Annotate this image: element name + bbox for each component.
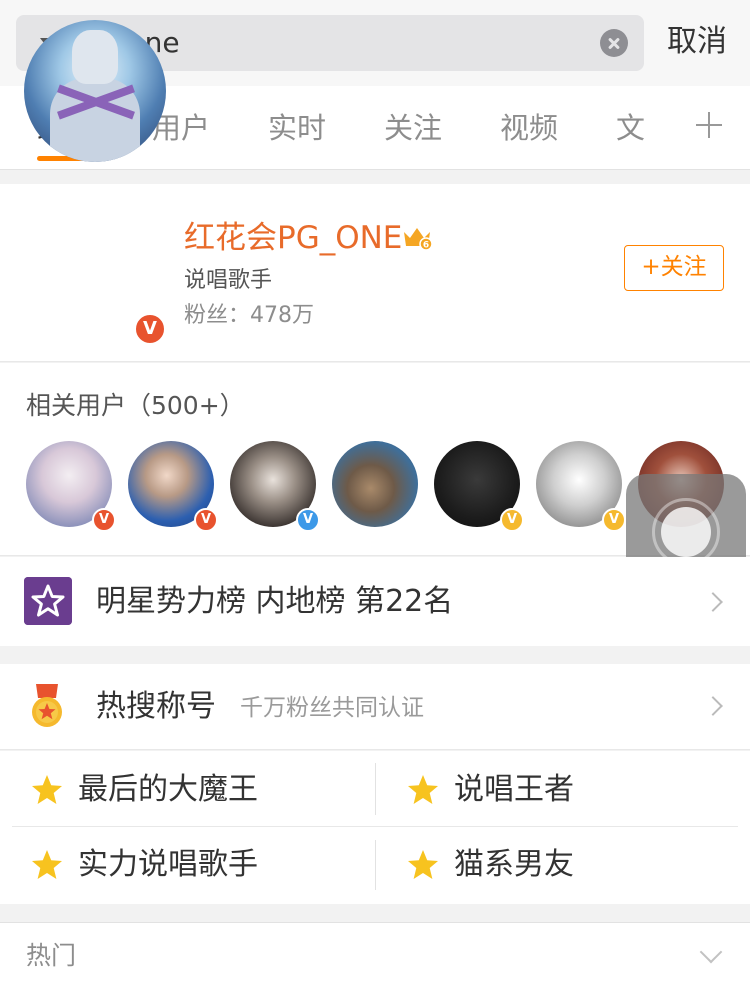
fans-count: 粉丝：478万 <box>184 303 314 328</box>
hot-title-item[interactable]: 猫系男友 <box>454 844 574 886</box>
tab-video[interactable]: 视频 <box>500 108 558 148</box>
user-name[interactable]: 红花会PG_ONE <box>184 216 402 260</box>
related-users-title[interactable]: 相关用户（500+） <box>26 388 245 424</box>
hot-title-item[interactable]: 说唱王者 <box>454 769 574 811</box>
star-icon <box>408 850 438 879</box>
popular-label: 热门 <box>26 941 77 970</box>
verified-badge-icon: V <box>296 508 320 532</box>
clear-search-icon[interactable] <box>600 29 628 57</box>
svg-text:6: 6 <box>423 241 429 251</box>
star-ranking-icon <box>24 577 72 625</box>
verified-badge-icon: V <box>602 508 626 532</box>
hot-titles-title: 热搜称号 <box>96 689 216 724</box>
hot-titles-subtitle: 千万粉丝共同认证 <box>240 695 424 721</box>
hot-title-item[interactable]: 最后的大魔王 <box>78 769 258 811</box>
verified-badge-icon: V <box>500 508 524 532</box>
avatar[interactable] <box>24 20 166 162</box>
divider <box>375 763 376 815</box>
crown-badge-icon: 6 <box>404 228 432 251</box>
tab-realtime[interactable]: 实时 <box>268 108 326 148</box>
related-user-avatar[interactable] <box>332 441 418 527</box>
divider <box>375 840 376 890</box>
tab-fade-overlay <box>640 102 680 154</box>
verified-badge-icon: V <box>134 313 166 345</box>
medal-icon <box>32 684 62 727</box>
hot-title-item[interactable]: 实力说唱歌手 <box>78 844 258 886</box>
tab-following[interactable]: 关注 <box>384 108 442 148</box>
follow-button[interactable]: +关注 <box>624 245 724 291</box>
cancel-button[interactable]: 取消 <box>667 22 727 62</box>
popular-section-header[interactable] <box>0 922 750 995</box>
verified-badge-icon: V <box>92 508 116 532</box>
divider <box>12 826 738 827</box>
star-icon <box>32 775 62 804</box>
verified-badge-icon: V <box>194 508 218 532</box>
star-icon <box>32 850 62 879</box>
star-icon <box>408 775 438 804</box>
user-bio: 说唱歌手 <box>184 268 273 293</box>
add-tab-icon[interactable] <box>696 112 722 138</box>
star-ranking-text[interactable]: 明星势力榜 内地榜 第22名 <box>96 581 453 623</box>
